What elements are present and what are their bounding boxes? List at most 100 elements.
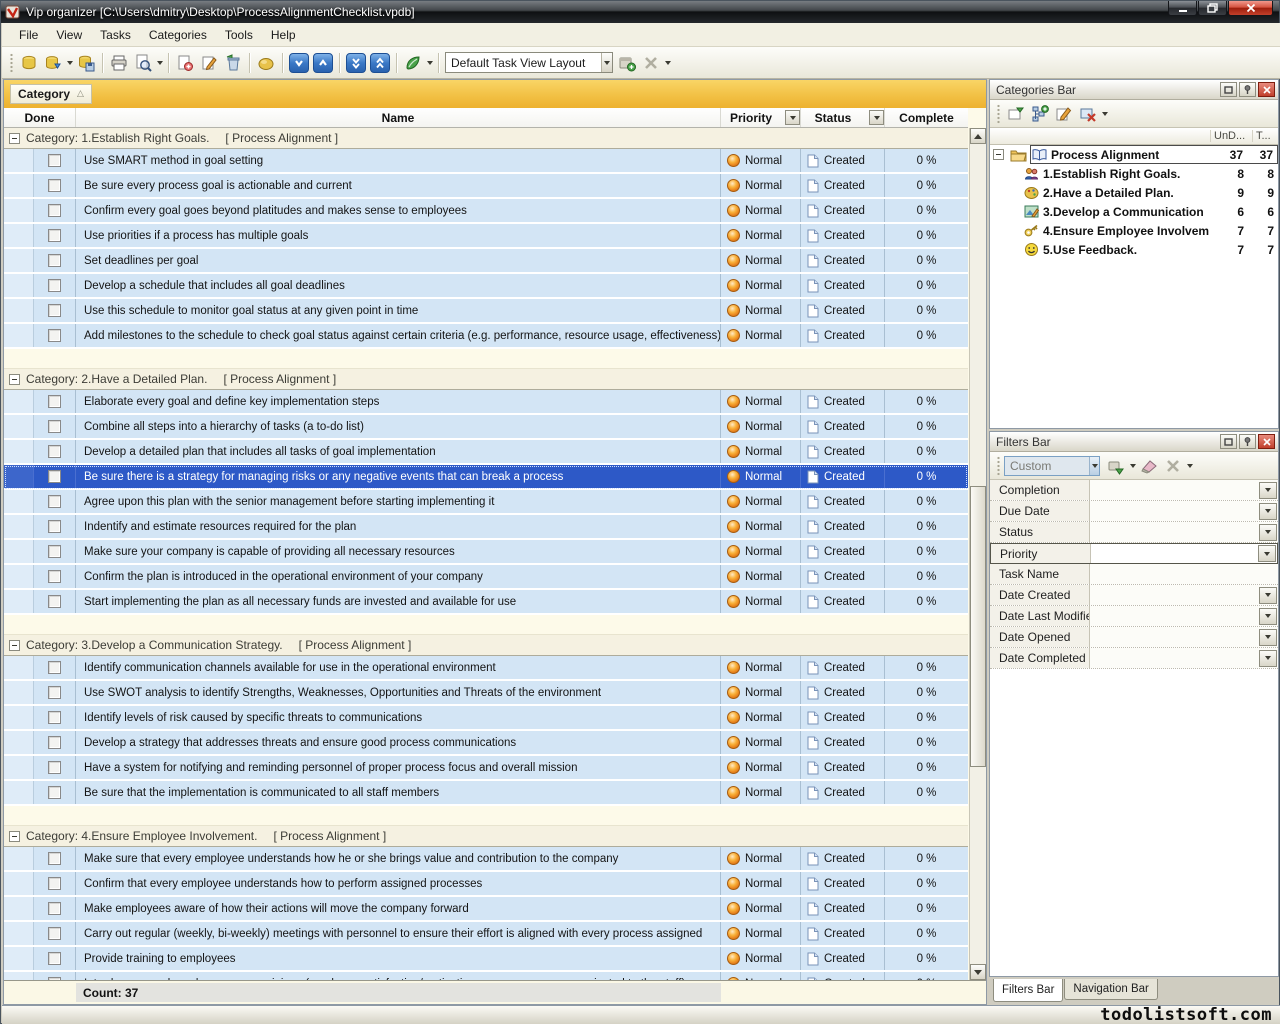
done-checkbox[interactable] [48, 661, 61, 674]
done-checkbox[interactable] [48, 204, 61, 217]
task-status-cell[interactable]: Created [801, 274, 885, 297]
filter-row-date-completed[interactable]: Date Completed [990, 648, 1278, 669]
done-checkbox[interactable] [48, 470, 61, 483]
done-checkbox[interactable] [48, 570, 61, 583]
done-checkbox[interactable] [48, 154, 61, 167]
new-database-icon[interactable] [17, 51, 41, 75]
task-complete-cell[interactable]: 0 % [885, 731, 968, 754]
task-complete-cell[interactable]: 0 % [885, 590, 968, 613]
task-complete-cell[interactable]: 0 % [885, 656, 968, 679]
task-row[interactable]: Use priorities if a process has multiple… [4, 224, 968, 249]
filters-toolbar-caret[interactable] [1185, 455, 1194, 477]
task-status-cell[interactable]: Created [801, 515, 885, 538]
task-complete-cell[interactable]: 0 % [885, 515, 968, 538]
leaf-icon[interactable] [401, 51, 425, 75]
task-priority-cell[interactable]: Normal [721, 706, 801, 729]
done-checkbox[interactable] [48, 395, 61, 408]
task-name-cell[interactable]: Be sure that the implementation is commu… [76, 781, 721, 804]
task-priority-cell[interactable]: Normal [721, 149, 801, 172]
task-priority-cell[interactable]: Normal [721, 731, 801, 754]
filter-dropdown-icon[interactable] [1259, 482, 1277, 499]
open-database-icon[interactable] [41, 51, 65, 75]
task-priority-cell[interactable]: Normal [721, 756, 801, 779]
task-status-cell[interactable]: Created [801, 781, 885, 804]
filter-row-date-last-modified[interactable]: Date Last Modified [990, 606, 1278, 627]
task-complete-cell[interactable]: 0 % [885, 149, 968, 172]
task-name-cell[interactable]: Use SMART method in goal setting [76, 149, 721, 172]
close-button[interactable] [1228, 1, 1273, 16]
task-priority-cell[interactable]: Normal [721, 465, 801, 488]
task-status-cell[interactable]: Created [801, 706, 885, 729]
task-status-cell[interactable]: Created [801, 681, 885, 704]
filter-row-status[interactable]: Status [990, 522, 1278, 543]
task-complete-cell[interactable]: 0 % [885, 440, 968, 463]
task-row[interactable]: Be sure there is a strategy for managing… [4, 465, 968, 490]
task-priority-cell[interactable]: Normal [721, 299, 801, 322]
leaf-caret[interactable] [425, 52, 434, 74]
restore-button[interactable] [1198, 1, 1227, 16]
done-checkbox[interactable] [48, 420, 61, 433]
task-row[interactable]: Develop a strategy that addresses threat… [4, 731, 968, 756]
task-row[interactable]: Make employees aware of how their action… [4, 897, 968, 922]
task-complete-cell[interactable]: 0 % [885, 565, 968, 588]
task-priority-cell[interactable]: Normal [721, 681, 801, 704]
filter-row-date-opened[interactable]: Date Opened [990, 627, 1278, 648]
open-database-caret[interactable] [65, 52, 74, 74]
column-header-status[interactable]: Status [801, 108, 885, 127]
task-name-cell[interactable]: Develop a strategy that addresses threat… [76, 731, 721, 754]
task-status-cell[interactable]: Created [801, 565, 885, 588]
task-priority-cell[interactable]: Normal [721, 897, 801, 920]
group-header-row[interactable]: Category: 3.Develop a Communication Stra… [4, 635, 968, 656]
group-header-row[interactable]: Category: 1.Establish Right Goals. [ Pro… [4, 128, 968, 149]
move-down-icon[interactable] [287, 51, 311, 75]
toolbar-grip[interactable] [9, 53, 14, 73]
group-header-row[interactable]: Category: 2.Have a Detailed Plan. [ Proc… [4, 369, 968, 390]
filter-dropdown-icon[interactable] [1259, 629, 1277, 646]
task-priority-cell[interactable]: Normal [721, 440, 801, 463]
task-row[interactable]: Elaborate every goal and define key impl… [4, 390, 968, 415]
task-name-cell[interactable]: Make sure your company is capable of pro… [76, 540, 721, 563]
filter-row-priority[interactable]: Priority [990, 543, 1278, 564]
new-category-icon[interactable] [1004, 102, 1028, 126]
task-row[interactable]: Use this schedule to monitor goal status… [4, 299, 968, 324]
tree-category-row[interactable]: 5.Use Feedback. 7 7 [990, 240, 1278, 259]
filter-value-field[interactable] [1090, 627, 1278, 647]
apply-filter-caret[interactable] [1128, 455, 1137, 477]
done-checkbox[interactable] [48, 877, 61, 890]
filter-row-due-date[interactable]: Due Date [990, 501, 1278, 522]
print-icon[interactable] [107, 51, 131, 75]
task-complete-cell[interactable]: 0 % [885, 781, 968, 804]
task-row[interactable]: Set deadlines per goal Normal Created 0 … [4, 249, 968, 274]
task-status-cell[interactable]: Created [801, 656, 885, 679]
collapse-group-icon[interactable] [9, 640, 20, 651]
task-name-cell[interactable]: Combine all steps into a hierarchy of ta… [76, 415, 721, 438]
task-name-cell[interactable]: Confirm every goal goes beyond platitude… [76, 199, 721, 222]
task-status-cell[interactable]: Created [801, 149, 885, 172]
task-name-cell[interactable]: Use priorities if a process has multiple… [76, 224, 721, 247]
task-row[interactable]: Have a system for notifying and remindin… [4, 756, 968, 781]
filter-row-task-name[interactable]: Task Name [990, 564, 1278, 585]
task-priority-cell[interactable]: Normal [721, 847, 801, 870]
filter-dropdown-icon[interactable] [1259, 608, 1277, 625]
task-row[interactable]: Confirm every goal goes beyond platitude… [4, 199, 968, 224]
tree-collapse-icon[interactable] [993, 149, 1004, 160]
filters-restore-icon[interactable] [1220, 434, 1237, 449]
filter-dropdown-icon[interactable] [1259, 503, 1277, 520]
categories-restore-icon[interactable] [1220, 82, 1237, 97]
filter-value-field[interactable] [1090, 480, 1278, 500]
column-header-complete[interactable]: Complete [885, 108, 968, 127]
done-checkbox[interactable] [48, 761, 61, 774]
task-complete-cell[interactable]: 0 % [885, 465, 968, 488]
task-status-cell[interactable]: Created [801, 324, 885, 347]
task-complete-cell[interactable]: 0 % [885, 390, 968, 413]
filter-dropdown-icon[interactable] [1258, 545, 1276, 562]
task-status-cell[interactable]: Created [801, 872, 885, 895]
filter-preset-combo[interactable]: Custom [1004, 456, 1100, 476]
task-complete-cell[interactable]: 0 % [885, 324, 968, 347]
delete-filter-icon[interactable] [1161, 454, 1185, 478]
task-complete-cell[interactable]: 0 % [885, 706, 968, 729]
task-name-cell[interactable]: Provide training to employees [76, 947, 721, 970]
task-complete-cell[interactable]: 0 % [885, 897, 968, 920]
task-name-cell[interactable]: Elaborate every goal and define key impl… [76, 390, 721, 413]
column-header-done[interactable]: Done [4, 108, 76, 127]
